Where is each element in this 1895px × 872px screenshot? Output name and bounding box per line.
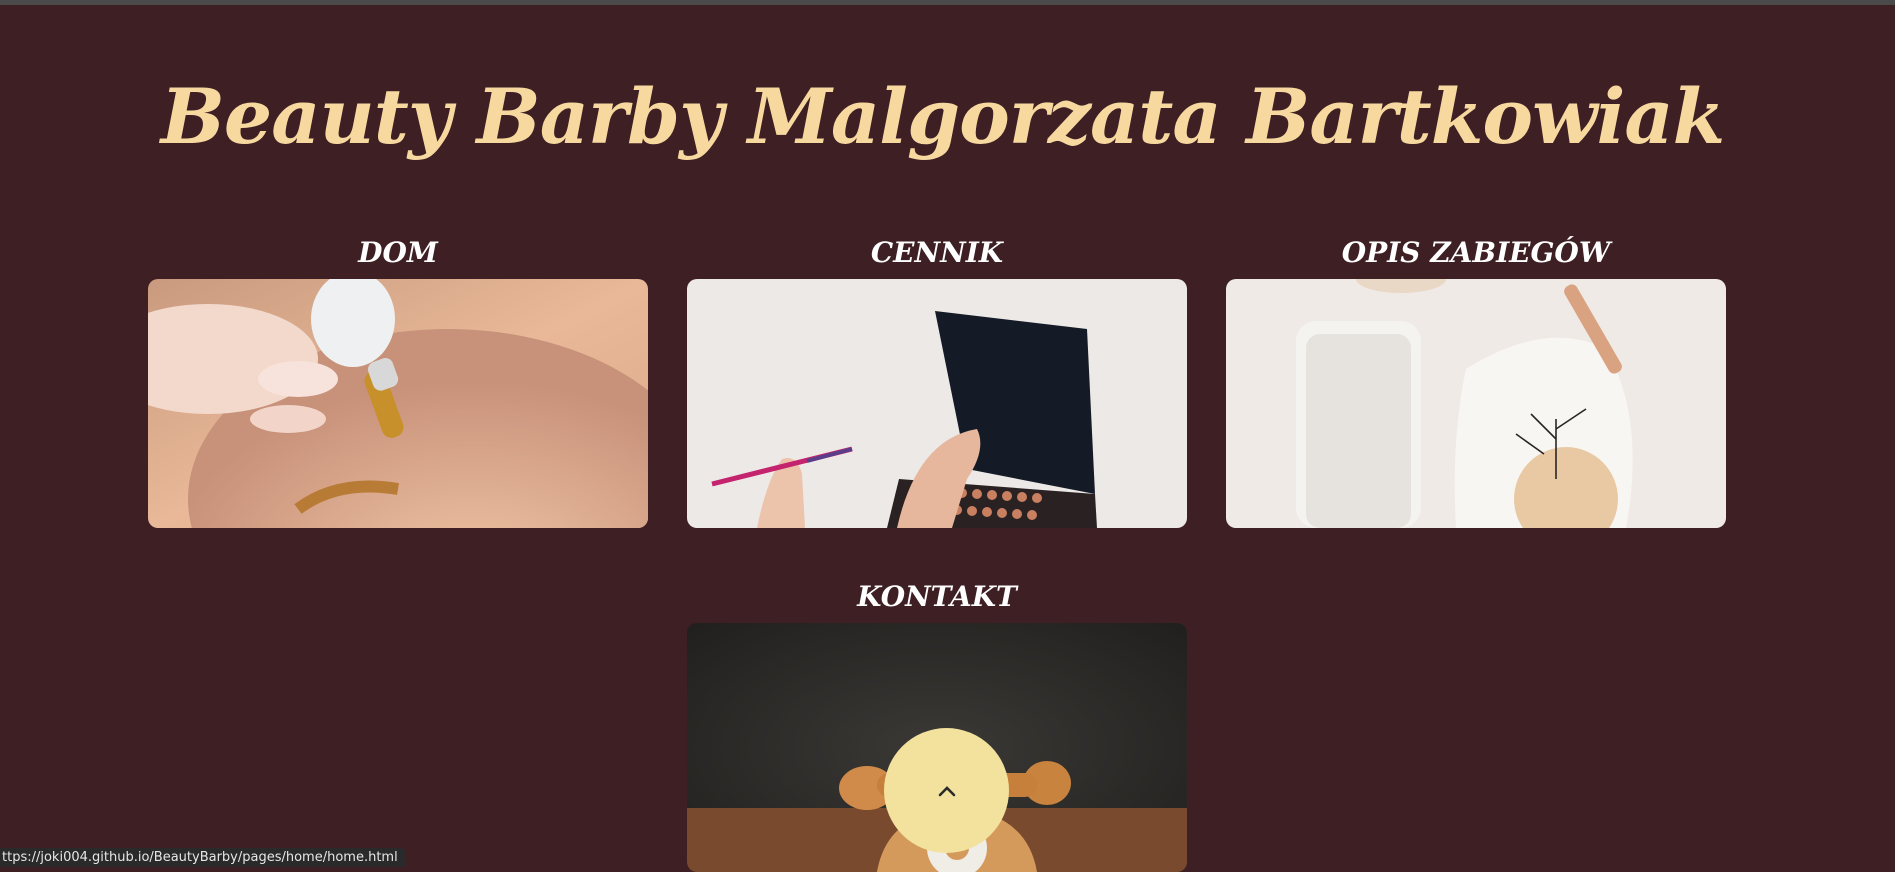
site-title: Beauty Barby Malgorzata Bartkowiak xyxy=(160,72,1726,161)
nav-card-cennik[interactable]: CENNIK xyxy=(687,233,1187,528)
spa-towel-photo xyxy=(1226,279,1726,528)
nav-card-title-cennik[interactable]: CENNIK xyxy=(687,233,1187,273)
chevron-up-icon xyxy=(938,785,955,796)
oil-dropper-photo xyxy=(148,279,648,528)
page-scrollbar[interactable] xyxy=(1885,5,1895,867)
spa-towel-image[interactable] xyxy=(1226,279,1726,528)
nav-card-title-kontakt[interactable]: KONTAKT xyxy=(687,577,1187,617)
status-bar-url: ttps://joki004.github.io/BeautyBarby/pag… xyxy=(0,848,406,867)
nav-card-title-opis-zabiegow[interactable]: OPIS ZABIEGÓW xyxy=(1226,233,1726,273)
eyeshadow-palette-image[interactable] xyxy=(687,279,1187,528)
nav-card-dom[interactable]: DOM xyxy=(148,233,648,528)
eyeshadow-palette-photo xyxy=(687,279,1187,528)
browser-top-edge xyxy=(0,0,1895,5)
oil-dropper-image[interactable] xyxy=(148,279,648,528)
scroll-to-top-button[interactable] xyxy=(884,728,1009,853)
nav-card-opis-zabiegow[interactable]: OPIS ZABIEGÓW xyxy=(1226,233,1726,528)
nav-card-title-dom[interactable]: DOM xyxy=(148,233,648,273)
